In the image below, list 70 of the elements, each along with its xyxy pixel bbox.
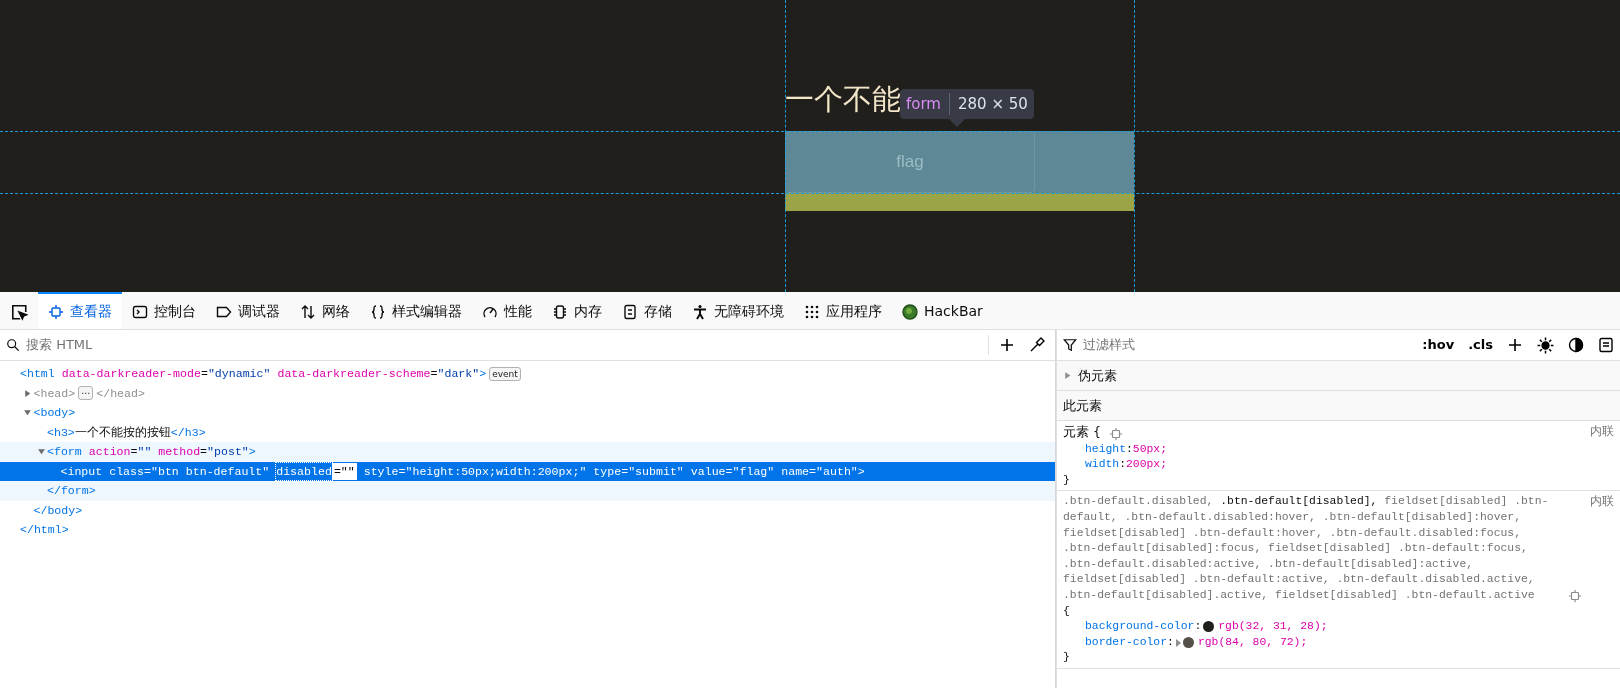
devtools-tab[interactable]: 性能 bbox=[472, 292, 542, 329]
devtools-tab[interactable]: 调试器 bbox=[206, 292, 290, 329]
rule-brace: { bbox=[1063, 603, 1071, 619]
rule-source[interactable]: 内联 bbox=[1590, 424, 1614, 442]
page-heading: 一个不能 bbox=[785, 82, 901, 117]
tree-node[interactable]: <input class="btn btn-default" disabled ="" style="height:50px;width:200px;" type="submit" value="flag" name="auth"> bbox=[0, 461, 1055, 481]
toggle-button[interactable]: .cls bbox=[1464, 335, 1497, 355]
toggle-button[interactable]: :hov bbox=[1418, 335, 1459, 355]
color-swatch[interactable] bbox=[1203, 621, 1215, 633]
filter-icon bbox=[1063, 338, 1077, 352]
eyedropper-icon bbox=[1029, 337, 1045, 353]
section-header[interactable]: 伪元素 bbox=[1057, 361, 1620, 391]
tree-node[interactable]: <form action="" method="post"> bbox=[0, 442, 1055, 462]
rule-selector: .btn-default.disabled, .btn-default[disabled], fieldset[disabled] .btn-default, .btn-default.disabled:hover, .btn-default[disabled]:hover, fieldset[disabled] .btn-default:hover, .btn-default.disabled:focus, .btn-default[disabled]:focus, fieldset[disabled] .btn-default:focus, .btn-default.disabled:active, .btn-default[disabled]:active, fieldset[disabled] .btn-default:active, .btn-default.disabled.active, .btn-default[disabled].active, fieldset[disabled] .btn-default.active bbox=[1063, 494, 1550, 603]
console-icon bbox=[132, 303, 148, 320]
tree-node[interactable]: </html> bbox=[0, 520, 1055, 540]
declaration[interactable]: border-color: rgb(84, 80, 72); bbox=[1063, 634, 1614, 651]
devtools-tab[interactable]: 控制台 bbox=[122, 292, 206, 329]
plus-icon bbox=[1507, 337, 1523, 353]
section-header[interactable]: 此元素 bbox=[1057, 391, 1620, 421]
node-badge[interactable]: ⋯ bbox=[78, 386, 94, 401]
tree-node[interactable]: <body> bbox=[0, 403, 1055, 423]
devtools-tab[interactable]: HackBar bbox=[892, 292, 993, 329]
rule-selector: 元素 { bbox=[1063, 424, 1101, 441]
rule-source[interactable]: 内联 bbox=[1590, 494, 1614, 604]
twisty-icon[interactable] bbox=[23, 388, 32, 398]
up-down-arrows-icon bbox=[300, 303, 316, 320]
crosshair-square-icon bbox=[48, 303, 64, 320]
devtools-tab[interactable]: 内存 bbox=[542, 292, 612, 329]
devtools-tab[interactable]: 应用程序 bbox=[794, 292, 892, 329]
rule-brace: } bbox=[1063, 472, 1071, 488]
cursor-box-icon bbox=[10, 302, 28, 321]
person-icon bbox=[692, 303, 708, 320]
braces-icon bbox=[370, 303, 386, 320]
filter-field[interactable]: 过滤样式 bbox=[1083, 335, 1413, 355]
color-swatch[interactable] bbox=[1182, 637, 1194, 648]
grid-icon bbox=[804, 303, 820, 320]
tree-node[interactable]: </body> bbox=[0, 500, 1055, 520]
document-icon bbox=[1598, 337, 1614, 353]
declaration[interactable]: height:50px; bbox=[1063, 441, 1614, 458]
tooltip-size: 280 × 50 bbox=[949, 92, 1028, 116]
section-label: 此元素 bbox=[1063, 396, 1102, 415]
search-field[interactable]: 搜索 HTML bbox=[26, 335, 982, 355]
tooltip-tag: form bbox=[906, 92, 941, 116]
node-badge[interactable]: event bbox=[489, 366, 521, 381]
tree-node[interactable]: </form> bbox=[0, 481, 1055, 501]
crosshair-icon[interactable] bbox=[1568, 588, 1582, 603]
devtools-tab[interactable]: 网络 bbox=[290, 292, 360, 329]
crosshair-icon[interactable] bbox=[1108, 426, 1123, 441]
declaration[interactable]: width:200px; bbox=[1063, 457, 1614, 473]
declaration[interactable]: background-color: rgb(32, 31, 28); bbox=[1063, 619, 1614, 635]
section-label: 伪元素 bbox=[1078, 366, 1117, 385]
tree-node[interactable]: <html data-darkreader-mode="dynamic" data-darkreader-scheme="dark"> event bbox=[0, 364, 1055, 384]
twisty-icon[interactable] bbox=[23, 408, 32, 418]
devtools-tab[interactable]: 存储 bbox=[612, 292, 682, 329]
rule-brace: } bbox=[1063, 650, 1071, 666]
document-icon bbox=[622, 303, 638, 320]
plus-icon bbox=[999, 337, 1015, 353]
devtools-tab[interactable]: 查看器 bbox=[38, 292, 122, 329]
sun-icon bbox=[1537, 336, 1554, 354]
search-icon bbox=[6, 338, 20, 352]
contrast-icon bbox=[1568, 337, 1584, 353]
tree-node[interactable]: <head> ⋯ </head> bbox=[0, 383, 1055, 403]
twisty-icon[interactable] bbox=[36, 447, 46, 457]
tree-node[interactable]: <h3>一个不能按的按钮</h3> bbox=[0, 422, 1055, 442]
devtools-tab[interactable]: 样式编辑器 bbox=[360, 292, 472, 329]
ball-icon bbox=[902, 303, 918, 320]
chip-icon bbox=[552, 303, 568, 320]
devtools-tab[interactable]: 无障碍环境 bbox=[682, 292, 794, 329]
twisty-icon[interactable] bbox=[1063, 371, 1072, 380]
